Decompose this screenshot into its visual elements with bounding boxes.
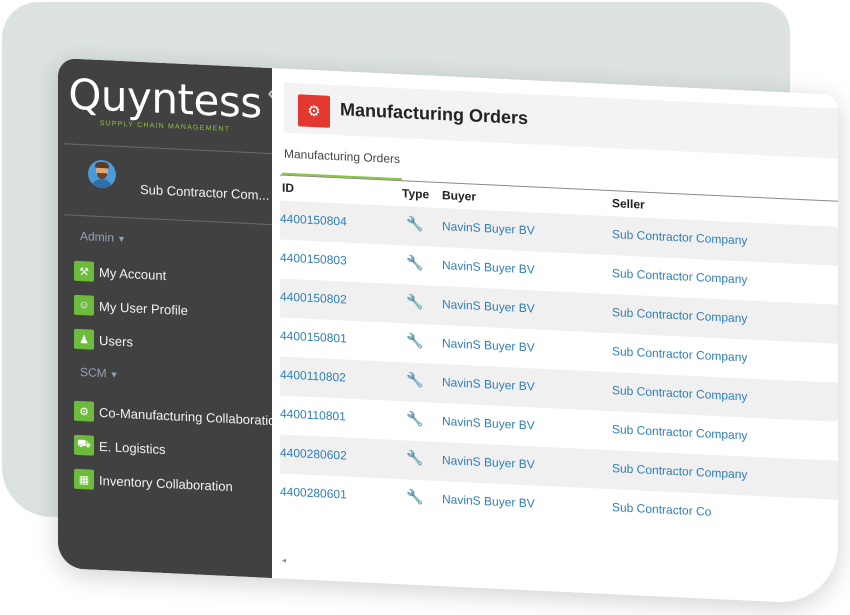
sidebar-item-label: Inventory Collaboration (99, 472, 233, 494)
buyer-link[interactable]: NavinS Buyer BV (442, 258, 535, 276)
app-mockup: Quyntess SUPPLY CHAIN MANAGEMENT ‹ Sub C… (58, 58, 838, 605)
sidebar-item-users[interactable]: ♟ Users (74, 327, 133, 354)
avatar (88, 159, 116, 189)
wrench-icon: 🔧 (406, 215, 424, 233)
sidebar-item-my-user-profile[interactable]: ☺ My User Profile (74, 293, 188, 322)
wrench-icon: 🔧 (406, 488, 424, 506)
sidebar-item-label: My Account (99, 264, 167, 283)
section-label: SCM (80, 365, 107, 381)
sidebar-item-label: My User Profile (99, 298, 188, 318)
manufacturing-icon: ⚙ (298, 94, 330, 128)
buyer-link[interactable]: NavinS Buyer BV (442, 336, 535, 354)
sidebar-item-inventory[interactable]: ▦ Inventory Collaboration (74, 467, 233, 498)
seller-link[interactable]: Sub Contractor Company (612, 461, 747, 481)
sidebar-item-co-manufacturing[interactable]: ⚙ Co-Manufacturing Collaboration (74, 399, 283, 433)
buyer-link[interactable]: NavinS Buyer BV (442, 375, 535, 393)
inventory-icon: ▦ (74, 468, 94, 490)
order-id-link[interactable]: 4400110801 (280, 406, 346, 423)
sidebar-item-label: Users (99, 332, 133, 350)
seller-link[interactable]: Sub Contractor Company (612, 344, 747, 364)
order-id-link[interactable]: 4400280602 (280, 445, 347, 462)
app-window: Quyntess SUPPLY CHAIN MANAGEMENT ‹ Sub C… (58, 58, 838, 605)
order-id-link[interactable]: 4400150803 (280, 250, 347, 267)
buyer-link[interactable]: NavinS Buyer BV (442, 297, 535, 315)
buyer-link[interactable]: NavinS Buyer BV (442, 219, 535, 237)
user-profile-icon: ☺ (74, 294, 94, 316)
user-name: Sub Contractor Com... (140, 181, 270, 203)
seller-link[interactable]: Sub Contractor Company (612, 422, 747, 442)
wrench-icon: 🔧 (406, 332, 424, 350)
section-scm[interactable]: SCM ▼ (80, 365, 119, 381)
buyer-link[interactable]: NavinS Buyer BV (442, 453, 535, 471)
buyer-link[interactable]: NavinS Buyer BV (442, 414, 535, 432)
tab-divider (280, 174, 838, 202)
wrench-icon: 🔧 (406, 254, 424, 272)
logo: Quyntess SUPPLY CHAIN MANAGEMENT (58, 69, 272, 135)
order-id-link[interactable]: 4400150801 (280, 328, 347, 345)
buyer-link[interactable]: NavinS Buyer BV (442, 492, 535, 510)
user-profile[interactable]: Sub Contractor Com... (88, 159, 270, 207)
users-icon: ♟ (74, 328, 94, 350)
seller-link[interactable]: Sub Contractor Company (612, 383, 747, 403)
seller-link[interactable]: Sub Contractor Company (612, 227, 747, 247)
wrench-icon: 🔧 (406, 449, 424, 467)
column-header-buyer[interactable]: Buyer (442, 188, 476, 204)
wrench-icon: 🔧 (406, 371, 424, 389)
co-manufacturing-icon: ⚙ (74, 400, 94, 422)
sidebar-divider (64, 143, 272, 155)
sidebar: Quyntess SUPPLY CHAIN MANAGEMENT ‹ Sub C… (58, 58, 283, 579)
order-id-link[interactable]: 4400110802 (280, 367, 346, 384)
scroll-left-icon[interactable]: ◂ (282, 556, 286, 565)
column-header-id[interactable]: ID (282, 181, 294, 196)
caret-down-icon: ▼ (109, 369, 119, 380)
page-title: Manufacturing Orders (340, 99, 529, 129)
tab-label: Manufacturing Orders (283, 146, 401, 167)
logistics-icon: ⛟ (74, 434, 94, 456)
column-header-seller[interactable]: Seller (612, 196, 645, 212)
sidebar-item-e-logistics[interactable]: ⛟ E. Logistics (74, 433, 165, 461)
sidebar-divider (64, 214, 272, 226)
seller-link[interactable]: Sub Contractor Co (612, 500, 711, 519)
seller-link[interactable]: Sub Contractor Company (612, 305, 747, 325)
wrench-icon: 🔧 (406, 410, 424, 428)
sidebar-item-my-account[interactable]: ⚒ My Account (74, 259, 166, 287)
seller-link[interactable]: Sub Contractor Company (612, 266, 747, 286)
logo-wordmark: Quyntess (68, 69, 262, 128)
account-icon: ⚒ (74, 260, 94, 282)
order-id-link[interactable]: 4400150804 (280, 211, 347, 228)
sidebar-item-label: Co-Manufacturing Collaboration (99, 404, 283, 429)
page-header: ⚙ Manufacturing Orders (284, 82, 838, 159)
column-header-type[interactable]: Type (402, 186, 429, 201)
main-content: ⚙ Manufacturing Orders Manufacturing Ord… (272, 68, 838, 605)
sidebar-item-label: E. Logistics (99, 438, 166, 457)
caret-down-icon: ▼ (117, 233, 126, 245)
order-id-link[interactable]: 4400150802 (280, 289, 347, 306)
section-admin[interactable]: Admin ▼ (80, 229, 126, 245)
order-id-link[interactable]: 4400280601 (280, 484, 347, 501)
section-label: Admin (80, 229, 115, 245)
wrench-icon: 🔧 (406, 293, 424, 311)
